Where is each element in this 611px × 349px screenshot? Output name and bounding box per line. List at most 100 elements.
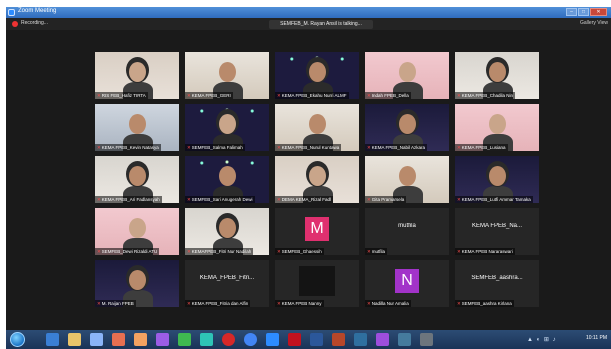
gallery-grid: ✕RIS FEB_Hafiz TIRTA ✕KEMA FPEB_GERI ✕KEMA… — [6, 30, 611, 330]
app-icon[interactable] — [376, 333, 389, 346]
participant-tile[interactable]: ✕KEMA FPEB_Lutfi Ammar Tamaka — [455, 156, 539, 203]
participant-tile[interactable]: ✕KEMAFPEB_Fitri Nur Nadilah — [185, 208, 269, 255]
app-icon[interactable] — [156, 333, 169, 346]
participant-name-text: SEMFEB_Ghaessih — [281, 249, 322, 254]
participant-tile[interactable]: ✕KEMA FPEB_Ekahu Nurri ALMF — [275, 52, 359, 99]
muted-mic-icon: ✕ — [187, 197, 191, 202]
participant-name: ✕SEMFEB_Dewi Rizaldi ATU — [95, 248, 160, 255]
participant-tile[interactable]: KEMA_FPEB_Fitri... ✕KEMA FPEB_Fitria dan … — [185, 260, 269, 307]
muted-mic-icon: ✕ — [187, 145, 191, 150]
participant-name-text: KEMA FPEB_Fitria dan Alfin — [191, 301, 249, 306]
participant-tile[interactable]: ✕KEMA FPEB_Chadila Nin — [455, 52, 539, 99]
participant-name-text: KEMA FPEB_Kevin Natasya — [101, 145, 159, 150]
participant-tile[interactable]: ✕Indah FPEB_Della — [365, 52, 449, 99]
participant-name-text: KEMA FPEB_Ari Fadlansyah — [101, 197, 160, 202]
participant-tile[interactable]: ✕KEMA FPEB_Ari Fadlansyah — [95, 156, 179, 203]
participant-face — [399, 114, 416, 134]
participant-name-text: RIS FEB_Hafiz TIRTA — [101, 93, 146, 98]
close-button[interactable]: ✕ — [590, 8, 607, 16]
participant-name: ✕DEMA KEMA_Rizal Fadl — [275, 196, 334, 203]
participant-name-text: KEMA FPEB_Nabil Azkara — [371, 145, 426, 150]
muted-mic-icon: ✕ — [277, 301, 281, 306]
participant-tile[interactable]: N ✕Nadilla Nur Amalia — [365, 260, 449, 307]
title-bar: Zoom Meeting – □ ✕ — [6, 7, 611, 18]
participant-name: ✕KEMA FPEB_Ekahu Nurri ALMF — [275, 92, 349, 99]
participant-tile[interactable]: ✕SEMFEB_Sari Anugerah Dewi — [185, 156, 269, 203]
participant-avatar: M — [305, 217, 329, 241]
participant-tile[interactable]: ✕KEMA FPEB_Nabil Azkara — [365, 104, 449, 151]
system-tray-icons[interactable]: ▲ ◐ ⊞ ♪ — [527, 336, 557, 343]
ie-icon[interactable] — [46, 333, 59, 346]
participant-name-text: KEMAFPEB_Fitri Nur Nadilah — [191, 249, 252, 254]
muted-mic-icon: ✕ — [367, 145, 371, 150]
participant-tile[interactable]: M ✕SEMFEB_Ghaessih — [275, 208, 359, 255]
participant-tile[interactable]: ✕SEMFEB_Dewi Rizaldi ATU — [95, 208, 179, 255]
participant-tile[interactable]: ✕KEMA FPEB_Kevin Natasya — [95, 104, 179, 151]
participant-name: ✕KEMA FPEB_Nabil Azkara — [365, 144, 428, 151]
participant-name-text: M. Raijan FPEB — [101, 301, 134, 306]
participant-tile[interactable]: ✕KEMA FPEB Nanny — [275, 260, 359, 307]
app-icon[interactable] — [90, 333, 103, 346]
participant-name: ✕KEMA FPEB_Ari Fadlansyah — [95, 196, 162, 203]
participant-name-text: Nadilla Nur Amalia — [371, 301, 409, 306]
participant-tile[interactable]: SEMFEB_aashra... ✕SEMFEB_aashra Kirlana — [455, 260, 539, 307]
participant-name-text: DEMA KEMA_Rizal Fadl — [281, 197, 332, 202]
app-icon[interactable] — [134, 333, 147, 346]
participant-name: ✕KEMA FPEB_Lutfi Ammar Tamaka — [455, 196, 533, 203]
participant-name-text: mutfila — [371, 249, 386, 254]
muted-mic-icon: ✕ — [187, 93, 191, 98]
muted-mic-icon: ✕ — [457, 249, 461, 254]
recording-icon — [12, 21, 18, 27]
participant-name: ✕RIS FEB_Hafiz TIRTA — [95, 92, 148, 99]
participant-tile[interactable]: ✕Gita Pramarsela — [365, 156, 449, 203]
participant-display-name: KEMA_FPEB_Fitri... — [199, 275, 255, 281]
muted-mic-icon: ✕ — [457, 93, 461, 98]
participant-name-text: KEMA FPEB_GERI — [191, 93, 231, 98]
participant-tile[interactable]: ✕DEMA KEMA_Rizal Fadl — [275, 156, 359, 203]
muted-mic-icon: ✕ — [97, 301, 101, 306]
participant-face — [489, 166, 506, 186]
participant-tile[interactable]: ✕KEMA FPEB_GERI — [185, 52, 269, 99]
participant-face — [309, 62, 326, 82]
participant-tile[interactable]: ✕KEMA FPEB_Lusiana — [455, 104, 539, 151]
powerpoint-icon[interactable] — [332, 333, 345, 346]
zoom-icon[interactable] — [266, 333, 279, 346]
participant-name: ✕Gita Pramarsela — [365, 196, 407, 203]
app-icon[interactable] — [288, 333, 301, 346]
start-button[interactable] — [10, 332, 25, 347]
participant-face — [129, 218, 146, 238]
chrome-icon[interactable] — [244, 333, 257, 346]
word-icon[interactable] — [310, 333, 323, 346]
muted-mic-icon: ✕ — [457, 301, 461, 306]
muted-mic-icon: ✕ — [187, 301, 191, 306]
app-icon[interactable] — [398, 333, 411, 346]
opera-icon[interactable] — [222, 333, 235, 346]
app-icon[interactable] — [420, 333, 433, 346]
participant-tile[interactable]: KEMA FPEB_Na... ✕KEMA FPEB Nararaswari — [455, 208, 539, 255]
app-icon[interactable] — [178, 333, 191, 346]
window-controls: – □ ✕ — [566, 8, 607, 17]
clock: 10:11 PM — [585, 335, 607, 341]
participant-face — [399, 166, 416, 186]
participant-tile[interactable]: ✕RIS FEB_Hafiz TIRTA — [95, 52, 179, 99]
muted-mic-icon: ✕ — [187, 249, 191, 254]
app-icon[interactable] — [354, 333, 367, 346]
taskbar: ▲ ◐ ⊞ ♪ 10:11 PM — [6, 330, 611, 349]
participant-tile[interactable]: ✕SEMFEB_Salma Falimah — [185, 104, 269, 151]
participant-tile[interactable]: ✕M. Raijan FPEB — [95, 260, 179, 307]
minimize-button[interactable]: – — [566, 8, 577, 16]
zoom-window: Zoom Meeting – □ ✕ Recording... SEMFEB_M… — [6, 7, 611, 349]
app-icon[interactable] — [200, 333, 213, 346]
participant-tile[interactable]: ✕KEMA FPEB_Nurul Kuntawa — [275, 104, 359, 151]
participant-name-text: KEMA FPEB Nanny — [281, 301, 322, 306]
participant-face — [129, 270, 146, 290]
participant-name-text: SEMFEB_Salma Falimah — [191, 145, 243, 150]
participant-name-text: KEMA FPEB_Nurul Kuntawa — [281, 145, 340, 150]
folder-icon[interactable] — [68, 333, 81, 346]
participant-name: ✕KEMA FPEB Nararaswari — [455, 248, 515, 255]
participant-face — [489, 114, 506, 134]
gallery-view-button[interactable]: Gallery View — [580, 20, 608, 26]
participant-tile[interactable]: mutfila ✕mutfila — [365, 208, 449, 255]
maximize-button[interactable]: □ — [578, 8, 589, 16]
app-icon[interactable] — [112, 333, 125, 346]
